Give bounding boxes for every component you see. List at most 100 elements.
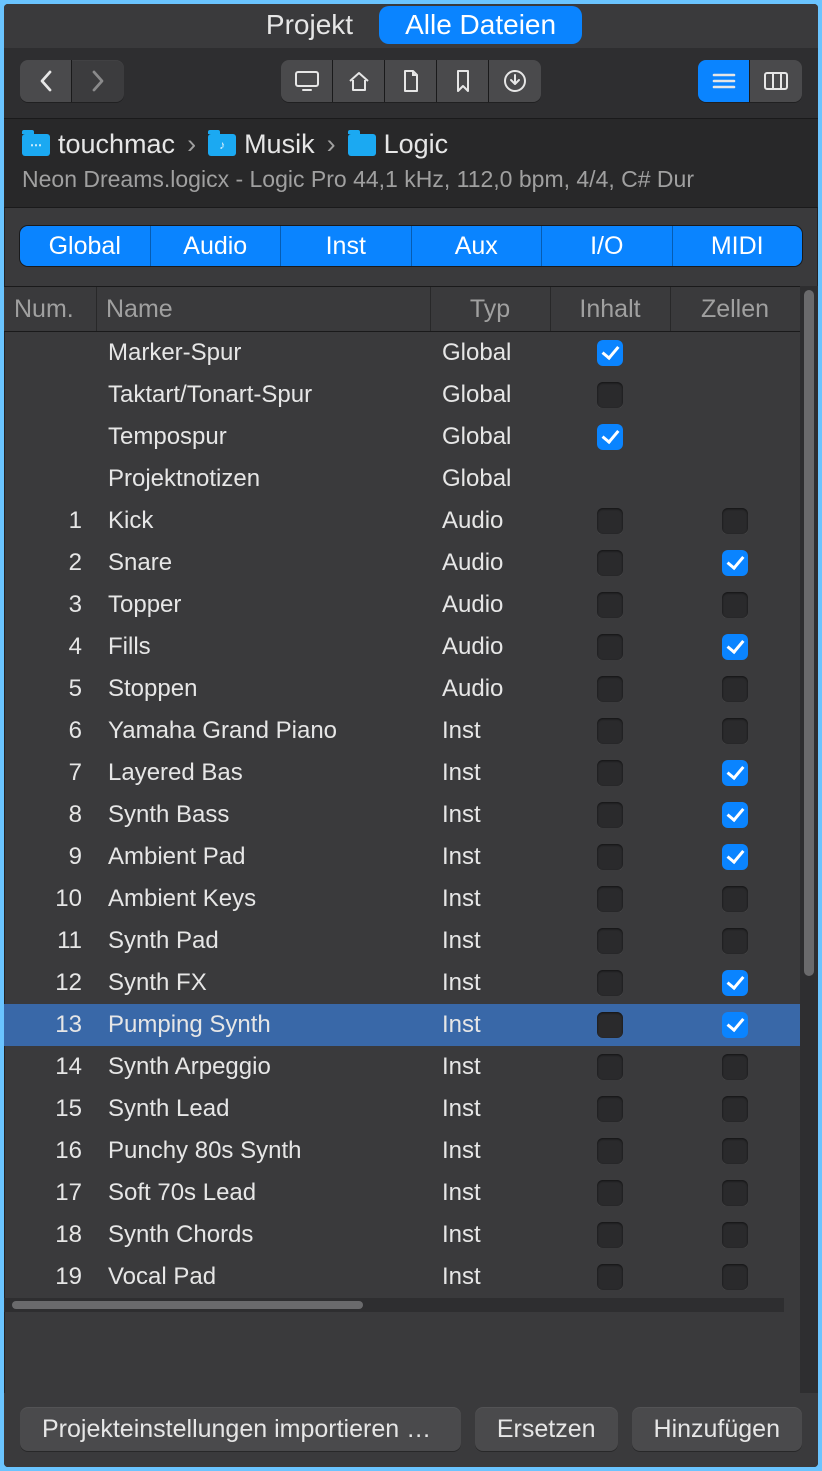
table-row[interactable]: 6Yamaha Grand PianoInst xyxy=(4,710,800,752)
add-button[interactable]: Hinzufügen xyxy=(632,1407,802,1451)
inhalt-checkbox[interactable] xyxy=(597,676,623,702)
table-row[interactable]: 1KickAudio xyxy=(4,500,800,542)
filter-aux[interactable]: Aux xyxy=(412,226,543,266)
back-button[interactable] xyxy=(20,60,72,102)
table-row[interactable]: 19Vocal PadInst xyxy=(4,1256,800,1298)
breadcrumb-item[interactable]: Logic xyxy=(384,129,449,160)
cell-typ: Audio xyxy=(430,507,550,535)
zellen-checkbox[interactable] xyxy=(722,1264,748,1290)
table-row[interactable]: 14Synth ArpeggioInst xyxy=(4,1046,800,1088)
inhalt-checkbox[interactable] xyxy=(597,718,623,744)
cell-inhalt xyxy=(550,886,670,912)
inhalt-checkbox[interactable] xyxy=(597,508,623,534)
vertical-scrollbar[interactable] xyxy=(800,286,818,1393)
inhalt-checkbox[interactable] xyxy=(597,550,623,576)
breadcrumb-sep: › xyxy=(183,129,200,160)
cell-typ: Global xyxy=(430,465,550,493)
table-row[interactable]: 8Synth BassInst xyxy=(4,794,800,836)
table-row[interactable]: 12Synth FXInst xyxy=(4,962,800,1004)
cell-num: 5 xyxy=(4,675,96,703)
zellen-checkbox[interactable] xyxy=(722,1012,748,1038)
zellen-checkbox[interactable] xyxy=(722,928,748,954)
computer-button[interactable] xyxy=(281,60,333,102)
zellen-checkbox[interactable] xyxy=(722,760,748,786)
col-inhalt[interactable]: Inhalt xyxy=(550,287,670,331)
zellen-checkbox[interactable] xyxy=(722,550,748,576)
import-settings-button[interactable]: Projekteinstellungen importieren … xyxy=(20,1407,461,1451)
tab-projekt[interactable]: Projekt xyxy=(240,6,379,44)
forward-button[interactable] xyxy=(72,60,124,102)
table-row[interactable]: 3TopperAudio xyxy=(4,584,800,626)
inhalt-checkbox[interactable] xyxy=(597,634,623,660)
inhalt-checkbox[interactable] xyxy=(597,382,623,408)
inhalt-checkbox[interactable] xyxy=(597,760,623,786)
table-row[interactable]: 5StoppenAudio xyxy=(4,668,800,710)
inhalt-checkbox[interactable] xyxy=(597,1012,623,1038)
zellen-checkbox[interactable] xyxy=(722,844,748,870)
horizontal-scrollbar[interactable] xyxy=(4,1298,784,1312)
table-row[interactable]: 2SnareAudio xyxy=(4,542,800,584)
downloads-button[interactable] xyxy=(489,60,541,102)
table-row[interactable]: TempospurGlobal xyxy=(4,416,800,458)
table-row[interactable]: 16Punchy 80s SynthInst xyxy=(4,1130,800,1172)
table-row[interactable]: 7Layered BasInst xyxy=(4,752,800,794)
filter-audio[interactable]: Audio xyxy=(151,226,282,266)
inhalt-checkbox[interactable] xyxy=(597,1138,623,1164)
inhalt-checkbox[interactable] xyxy=(597,592,623,618)
table-row[interactable]: 10Ambient KeysInst xyxy=(4,878,800,920)
zellen-checkbox[interactable] xyxy=(722,1054,748,1080)
breadcrumb-item[interactable]: Musik xyxy=(244,129,315,160)
zellen-checkbox[interactable] xyxy=(722,1180,748,1206)
col-typ[interactable]: Typ xyxy=(430,287,550,331)
inhalt-checkbox[interactable] xyxy=(597,1180,623,1206)
table-row[interactable]: 11Synth PadInst xyxy=(4,920,800,962)
table-row[interactable]: 9Ambient PadInst xyxy=(4,836,800,878)
table-row[interactable]: Marker-SpurGlobal xyxy=(4,332,800,374)
table-row[interactable]: 18Synth ChordsInst xyxy=(4,1214,800,1256)
column-view-button[interactable] xyxy=(750,60,802,102)
filter-global[interactable]: Global xyxy=(20,226,151,266)
inhalt-checkbox[interactable] xyxy=(597,1096,623,1122)
home-button[interactable] xyxy=(333,60,385,102)
zellen-checkbox[interactable] xyxy=(722,508,748,534)
zellen-checkbox[interactable] xyxy=(722,676,748,702)
table-row[interactable]: 15Synth LeadInst xyxy=(4,1088,800,1130)
inhalt-checkbox[interactable] xyxy=(597,1264,623,1290)
zellen-checkbox[interactable] xyxy=(722,802,748,828)
filter-midi[interactable]: MIDI xyxy=(673,226,803,266)
zellen-checkbox[interactable] xyxy=(722,1138,748,1164)
inhalt-checkbox[interactable] xyxy=(597,844,623,870)
inhalt-checkbox[interactable] xyxy=(597,970,623,996)
inhalt-checkbox[interactable] xyxy=(597,424,623,450)
zellen-checkbox[interactable] xyxy=(722,1096,748,1122)
table-row[interactable]: 13Pumping SynthInst xyxy=(4,1004,800,1046)
col-zellen[interactable]: Zellen xyxy=(670,287,800,331)
inhalt-checkbox[interactable] xyxy=(597,928,623,954)
tab-alle-dateien[interactable]: Alle Dateien xyxy=(379,6,582,44)
filter-io[interactable]: I/O xyxy=(542,226,673,266)
filter-inst[interactable]: Inst xyxy=(281,226,412,266)
zellen-checkbox[interactable] xyxy=(722,718,748,744)
table-row[interactable]: 4FillsAudio xyxy=(4,626,800,668)
list-view-button[interactable] xyxy=(698,60,750,102)
zellen-checkbox[interactable] xyxy=(722,970,748,996)
breadcrumb-item[interactable]: touchmac xyxy=(58,129,175,160)
cell-name: Ambient Pad xyxy=(96,843,430,871)
inhalt-checkbox[interactable] xyxy=(597,1222,623,1248)
col-name[interactable]: Name xyxy=(96,287,430,331)
replace-button[interactable]: Ersetzen xyxy=(475,1407,618,1451)
zellen-checkbox[interactable] xyxy=(722,592,748,618)
col-num[interactable]: Num. xyxy=(4,287,96,331)
zellen-checkbox[interactable] xyxy=(722,634,748,660)
project-button[interactable] xyxy=(385,60,437,102)
inhalt-checkbox[interactable] xyxy=(597,1054,623,1080)
zellen-checkbox[interactable] xyxy=(722,1222,748,1248)
inhalt-checkbox[interactable] xyxy=(597,802,623,828)
inhalt-checkbox[interactable] xyxy=(597,340,623,366)
zellen-checkbox[interactable] xyxy=(722,886,748,912)
table-row[interactable]: ProjektnotizenGlobal xyxy=(4,458,800,500)
table-row[interactable]: 17Soft 70s LeadInst xyxy=(4,1172,800,1214)
bookmark-button[interactable] xyxy=(437,60,489,102)
inhalt-checkbox[interactable] xyxy=(597,886,623,912)
table-row[interactable]: Taktart/Tonart-SpurGlobal xyxy=(4,374,800,416)
